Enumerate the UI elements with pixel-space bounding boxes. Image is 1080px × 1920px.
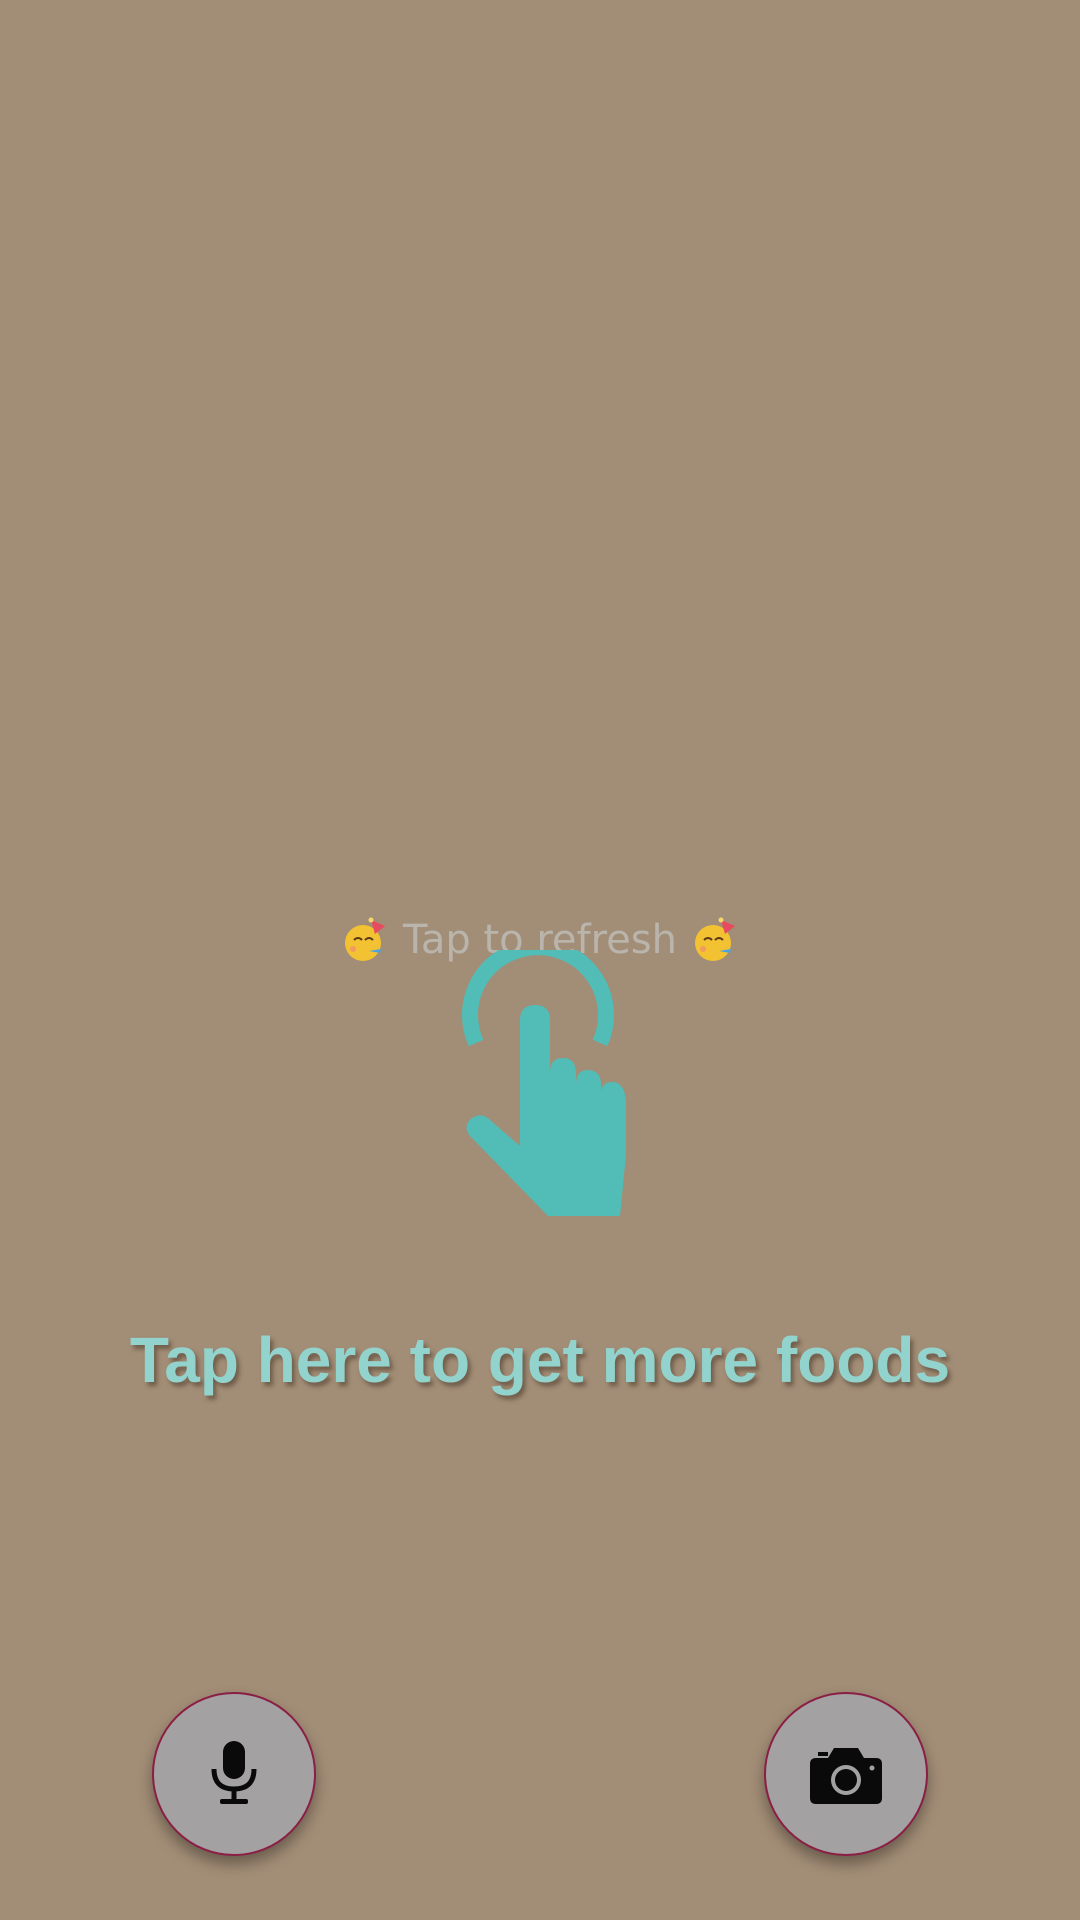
partying-face-icon [345, 917, 386, 961]
tap-gesture-icon[interactable] [460, 939, 650, 1220]
camera-button[interactable] [764, 1692, 928, 1856]
voice-search-button[interactable] [152, 1692, 316, 1856]
more-foods-hint[interactable]: Tap here to get more foods [0, 1320, 1080, 1400]
microphone-icon [211, 1741, 257, 1804]
camera-icon [810, 1748, 882, 1804]
partying-face-icon [694, 917, 735, 961]
